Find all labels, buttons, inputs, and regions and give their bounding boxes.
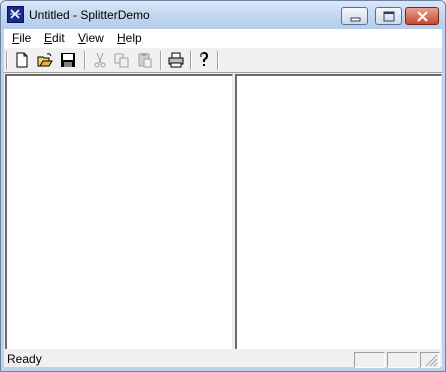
toolbar-separator <box>160 51 162 70</box>
title-bar[interactable]: Untitled - SplitterDemo <box>1 1 445 29</box>
maximize-button[interactable] <box>375 7 402 25</box>
toolbar-separator <box>217 51 219 70</box>
maximize-icon <box>383 11 395 22</box>
status-bar: Ready <box>4 349 442 368</box>
scissors-icon <box>94 52 106 68</box>
toolbar-separator <box>84 51 86 70</box>
menu-help[interactable]: Help <box>117 31 142 45</box>
print-button[interactable] <box>166 51 186 69</box>
menu-edit[interactable]: Edit <box>44 31 65 45</box>
menu-view[interactable]: View <box>78 31 104 45</box>
open-button[interactable] <box>35 51 55 69</box>
toolbar <box>4 47 442 73</box>
client-area: File Edit View Help Ready <box>4 29 442 368</box>
window-title: Untitled - SplitterDemo <box>29 8 150 22</box>
help-button[interactable] <box>194 51 214 69</box>
resize-grip-icon[interactable] <box>424 353 438 367</box>
menu-file[interactable]: File <box>12 31 31 45</box>
save-button[interactable] <box>58 51 78 69</box>
toolbar-separator <box>190 51 192 70</box>
paste-icon <box>138 53 152 68</box>
new-file-button[interactable] <box>12 51 32 69</box>
printer-icon <box>168 52 184 68</box>
status-panel <box>354 352 385 368</box>
new-document-icon <box>16 52 28 68</box>
menu-bar: File Edit View Help <box>4 29 442 47</box>
toolbar-grip <box>6 51 8 70</box>
close-icon <box>417 11 428 22</box>
cut-button[interactable] <box>90 51 110 69</box>
open-folder-icon <box>37 53 53 67</box>
minimize-icon <box>350 17 361 22</box>
minimize-button[interactable] <box>341 7 368 25</box>
help-question-icon <box>200 52 209 66</box>
close-button[interactable] <box>405 7 439 25</box>
status-text: Ready <box>7 352 42 366</box>
paste-button[interactable] <box>135 51 155 69</box>
copy-button[interactable] <box>112 51 132 69</box>
right-pane[interactable] <box>235 74 442 353</box>
status-panel <box>387 352 418 368</box>
app-icon[interactable] <box>7 6 24 23</box>
app-window: Untitled - SplitterDemo File Edit View H… <box>0 0 446 372</box>
left-pane[interactable] <box>5 74 233 353</box>
floppy-disk-icon <box>61 53 75 67</box>
copy-icon <box>114 53 129 68</box>
